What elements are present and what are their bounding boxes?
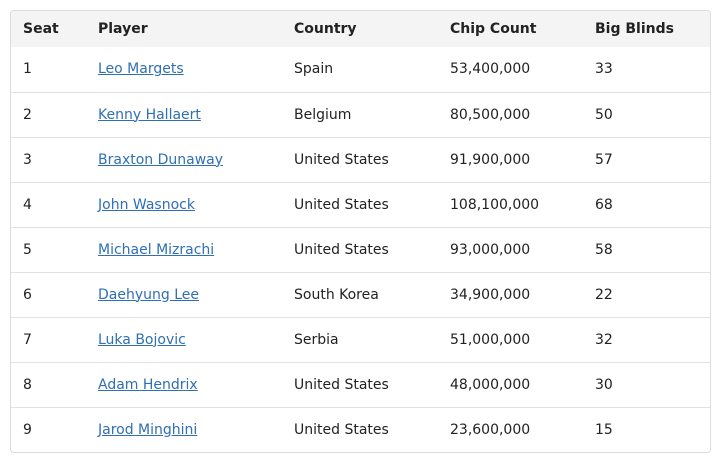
player-cell: Jarod Minghini [86,406,282,452]
player-link[interactable]: John Wasnock [98,197,195,213]
player-cell: Luka Bojovic [86,316,282,362]
big-blinds-cell: 32 [583,316,710,362]
chip-count-cell: 80,500,000 [438,91,583,137]
country-cell: United States [282,361,438,407]
table-row: 4 John Wasnock United States 108,100,000… [11,181,710,227]
chip-count-cell: 34,900,000 [438,271,583,317]
player-link[interactable]: Kenny Hallaert [98,107,201,123]
chip-count-cell: 51,000,000 [438,316,583,362]
seat-cell: 1 [23,61,32,78]
table-header: Seat Player Country Chip Count Big Blind… [11,11,710,47]
header-row: Seat Player Country Chip Count Big Blind… [11,11,710,47]
country-cell: United States [282,226,438,272]
player-cell: John Wasnock [86,181,282,227]
seat-cell: 6 [11,271,86,317]
column-header-country: Country [294,21,357,37]
player-link[interactable]: Michael Mizrachi [98,242,214,258]
table-row: 8 Adam Hendrix United States 48,000,000 … [11,361,710,407]
big-blinds-cell: 68 [583,181,710,227]
big-blinds-cell: 15 [583,406,710,452]
player-cell: Kenny Hallaert [86,91,282,137]
seat-cell: 8 [11,361,86,407]
big-blinds-cell: 30 [583,361,710,407]
player-link[interactable]: Adam Hendrix [98,377,198,393]
country-cell: Spain [294,61,334,78]
seat-cell: 4 [11,181,86,227]
table-row: 5 Michael Mizrachi United States 93,000,… [11,226,710,272]
column-header-seat: Seat [23,21,59,37]
player-cell: Braxton Dunaway [86,136,282,182]
chip-count-cell: 108,100,000 [438,181,583,227]
table-row: 7 Luka Bojovic Serbia 51,000,000 32 [11,316,710,362]
column-header-player: Player [98,21,148,37]
table-row: 3 Braxton Dunaway United States 91,900,0… [11,136,710,182]
column-header-chip-count: Chip Count [450,21,537,37]
player-cell: Michael Mizrachi [86,226,282,272]
chip-count-cell: 93,000,000 [438,226,583,272]
chip-count-table: Seat Player Country Chip Count Big Blind… [11,11,710,452]
big-blinds-cell: 57 [583,136,710,182]
table-body: 1 Leo Margets Spain 53,400,000 33 2 Kenn… [11,47,710,452]
big-blinds-cell: 22 [583,271,710,317]
player-link[interactable]: Leo Margets [98,61,184,77]
chip-count-cell: 23,600,000 [438,406,583,452]
country-cell: United States [282,181,438,227]
player-link[interactable]: Braxton Dunaway [98,152,223,168]
country-cell: South Korea [282,271,438,317]
seat-cell: 7 [11,316,86,362]
chip-count-cell: 53,400,000 [450,61,531,78]
country-cell: Serbia [282,316,438,362]
player-link[interactable]: Daehyung Lee [98,287,199,303]
seat-cell: 2 [11,91,86,137]
table-row: 9 Jarod Minghini United States 23,600,00… [11,406,710,452]
player-cell: Daehyung Lee [86,271,282,317]
player-link[interactable]: Jarod Minghini [98,422,197,438]
player-link[interactable]: Luka Bojovic [98,332,186,348]
player-cell: Leo Margets [86,47,282,92]
chip-count-cell: 48,000,000 [438,361,583,407]
chip-count-cell: 91,900,000 [438,136,583,182]
table-row: 6 Daehyung Lee South Korea 34,900,000 22 [11,271,710,317]
seat-cell: 9 [11,406,86,452]
table-row: 1 Leo Margets Spain 53,400,000 33 [11,47,710,92]
player-cell: Adam Hendrix [86,361,282,407]
big-blinds-cell: 33 [595,61,613,78]
country-cell: Belgium [282,91,438,137]
big-blinds-cell: 50 [583,91,710,137]
column-header-big-blinds: Big Blinds [595,21,674,37]
seat-cell: 3 [11,136,86,182]
seat-cell: 5 [11,226,86,272]
big-blinds-cell: 58 [583,226,710,272]
country-cell: United States [282,136,438,182]
country-cell: United States [282,406,438,452]
chip-count-table-container: Seat Player Country Chip Count Big Blind… [10,10,711,453]
table-row: 2 Kenny Hallaert Belgium 80,500,000 50 [11,91,710,137]
